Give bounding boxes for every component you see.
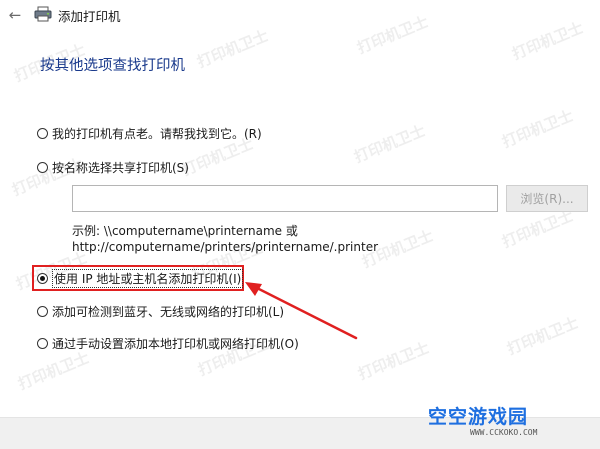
browse-button[interactable]: 浏览(R)... [506, 185, 588, 212]
example-line-2: http://computername/printers/printername… [72, 240, 379, 254]
option-old-printer[interactable]: 我的打印机有点老。请帮我找到它。(R) [37, 124, 262, 142]
watermark: 打印机卫士 [499, 106, 576, 152]
share-printer-input[interactable] [72, 185, 498, 212]
option-label: 我的打印机有点老。请帮我找到它。(R) [52, 126, 262, 141]
page-heading: 按其他选项查找打印机 [40, 58, 185, 74]
example-line-1: 示例: \\computername\printername 或 [72, 224, 298, 238]
brand-logo: 空空游戏园 [428, 406, 529, 428]
brand-url: WWW.CCKOKO.COM [470, 428, 538, 437]
option-manual-local[interactable]: 通过手动设置添加本地打印机或网络打印机(O) [37, 334, 299, 352]
option-label: 按名称选择共享打印机(S) [52, 160, 189, 175]
radio-button[interactable] [37, 305, 48, 317]
option-ip-hostname[interactable]: 使用 IP 地址或主机名添加打印机(I) [37, 268, 244, 288]
window-title: 添加打印机 [58, 9, 121, 24]
option-label: 使用 IP 地址或主机名添加打印机(I) [52, 268, 244, 288]
back-button[interactable]: ← [4, 4, 26, 26]
watermark: 打印机卫士 [351, 121, 428, 167]
radio-button[interactable] [37, 337, 48, 349]
option-bluetooth-wireless[interactable]: 添加可检测到蓝牙、无线或网络的打印机(L) [37, 302, 284, 320]
watermark: 打印机卫士 [355, 338, 432, 384]
radio-button[interactable] [37, 161, 48, 173]
title-bar: ← 添加打印机 [0, 0, 600, 30]
watermark: 打印机卫士 [15, 348, 92, 394]
radio-button[interactable] [37, 127, 48, 139]
option-label: 添加可检测到蓝牙、无线或网络的打印机(L) [52, 304, 285, 319]
watermark: 打印机卫士 [504, 313, 581, 359]
option-shared-printer[interactable]: 按名称选择共享打印机(S) [37, 158, 189, 176]
option-label: 通过手动设置添加本地打印机或网络打印机(O) [52, 336, 299, 351]
back-arrow-icon: ← [8, 6, 22, 24]
radio-button-selected[interactable] [37, 272, 48, 284]
watermark: 打印机卫士 [194, 26, 271, 72]
printer-icon [34, 6, 52, 22]
